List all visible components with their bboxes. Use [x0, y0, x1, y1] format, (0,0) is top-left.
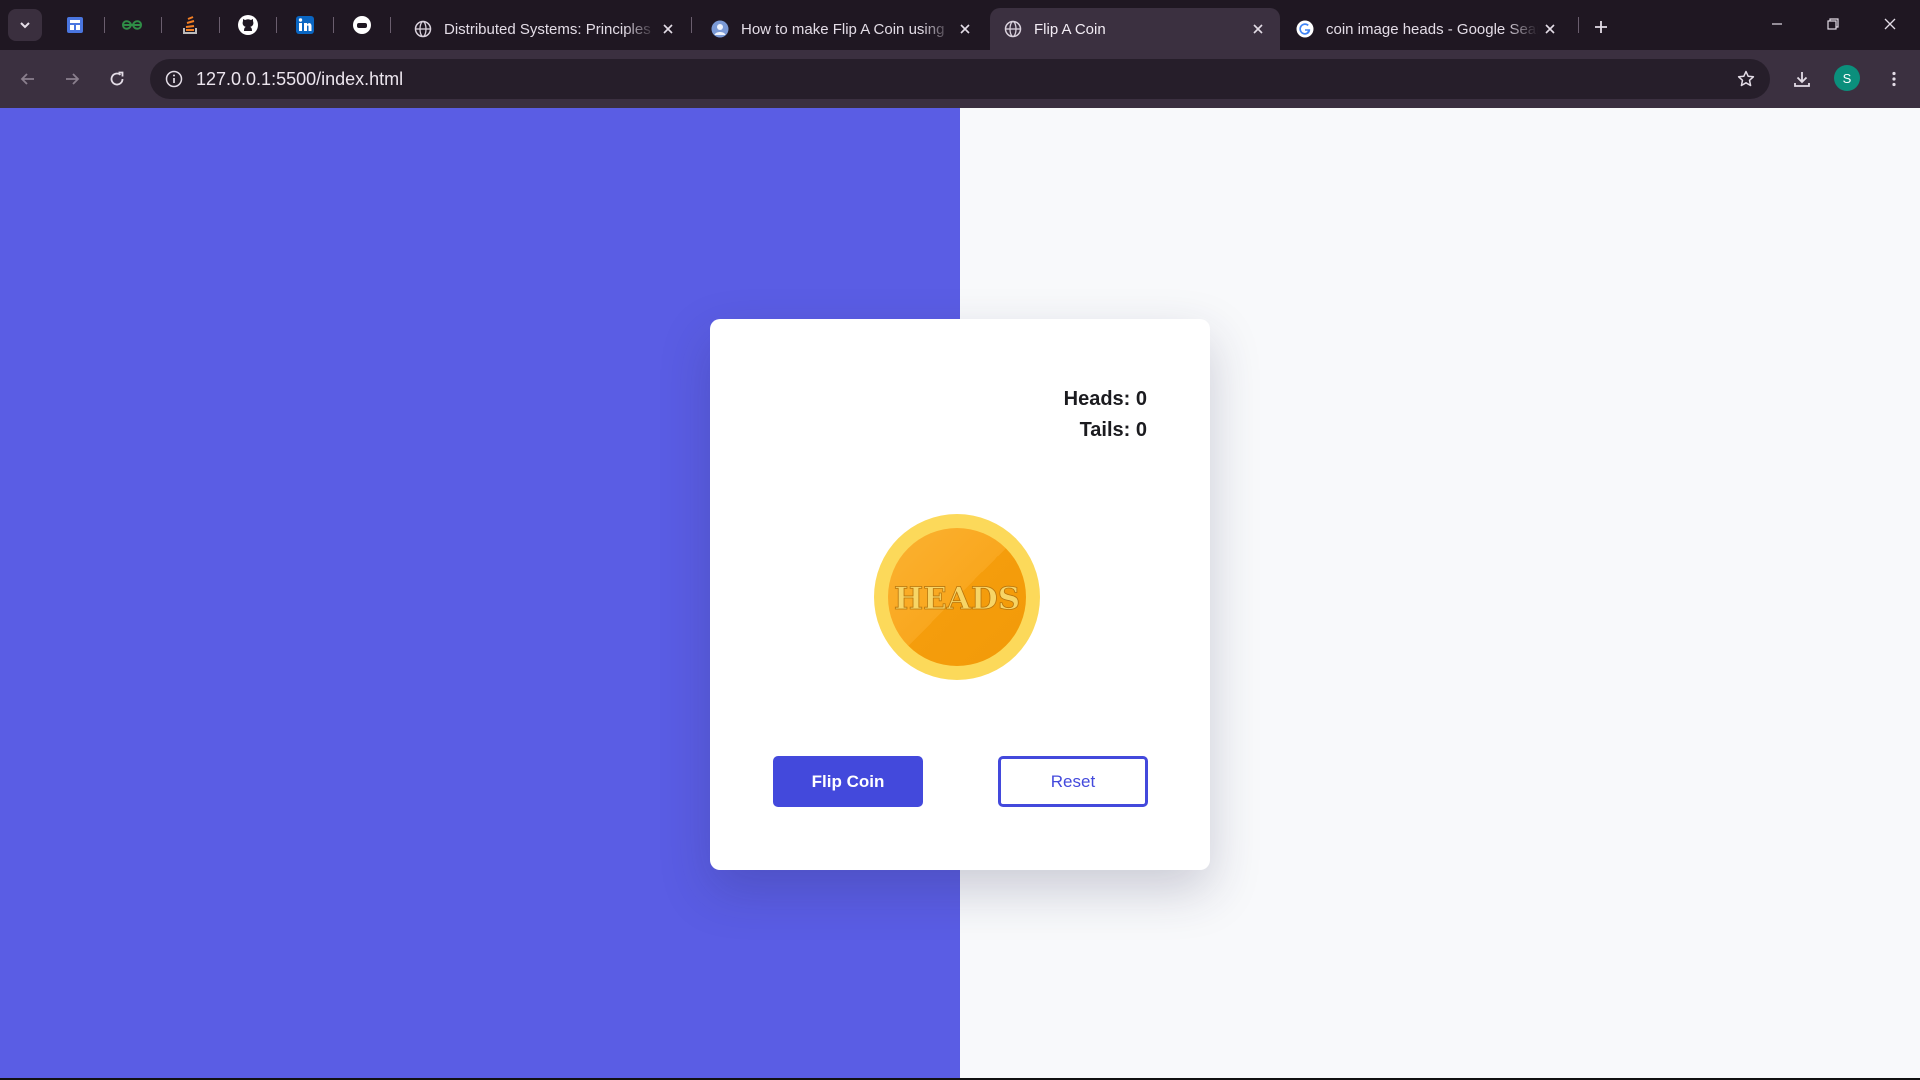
coin-flip-card: Heads: 0 Tails: 0 HEADS Flip Coin Reset: [710, 319, 1210, 870]
more-vertical-icon: [1892, 71, 1896, 87]
tails-count: Tails: 0: [1079, 419, 1147, 441]
forward-button[interactable]: [56, 63, 88, 95]
close-icon: [1545, 24, 1555, 34]
linkedin-icon: [296, 16, 314, 34]
bookmark-star-icon[interactable]: [1732, 65, 1760, 93]
tab-distributed-systems[interactable]: Distributed Systems: Principles and: [400, 8, 690, 50]
tab-separator: [219, 17, 220, 33]
tab-title: How to make Flip A Coin using: [741, 20, 945, 38]
reload-icon: [110, 71, 124, 86]
plus-icon: [1595, 21, 1607, 33]
minimize-icon: [1772, 23, 1782, 25]
coin-image: HEADS: [874, 514, 1040, 680]
pinned-tab-stackoverflow[interactable]: [175, 10, 205, 40]
reset-button[interactable]: Reset: [998, 756, 1148, 807]
tab-title: coin image heads - Google Search: [1326, 20, 1538, 38]
globe-icon: [1004, 20, 1022, 38]
back-button[interactable]: [12, 63, 44, 95]
close-icon: [1884, 18, 1896, 30]
download-icon: [1794, 72, 1810, 87]
pinned-tab-linkedin[interactable]: [290, 10, 320, 40]
site-avatar-icon: [711, 20, 729, 38]
heads-count: Heads: 0: [1063, 388, 1147, 410]
close-tab-button[interactable]: [953, 17, 977, 41]
tab-title: Distributed Systems: Principles and: [444, 20, 656, 38]
close-tab-button[interactable]: [656, 17, 680, 41]
new-tab-button[interactable]: [1586, 12, 1616, 42]
tab-how-to-make-flip-a-coin[interactable]: How to make Flip A Coin using: [697, 8, 987, 50]
chat-icon: [353, 16, 371, 34]
browser-toolbar: 127.0.0.1:5500/index.html S: [0, 50, 1920, 108]
close-icon: [960, 24, 970, 34]
browser-menu-button[interactable]: [1878, 63, 1910, 95]
restore-icon: [1827, 18, 1839, 30]
url-text: 127.0.0.1:5500/index.html: [196, 69, 404, 89]
arrow-left-icon: [20, 73, 34, 85]
page-viewport: Heads: 0 Tails: 0 HEADS Flip Coin Reset: [0, 108, 1920, 1078]
tab-google-search[interactable]: coin image heads - Google Search: [1282, 8, 1572, 50]
arrow-right-icon: [66, 73, 80, 85]
globe-icon: [414, 20, 432, 38]
downloads-button[interactable]: [1786, 63, 1818, 95]
site-info-icon[interactable]: [160, 65, 188, 93]
stackoverflow-icon: [183, 16, 197, 34]
minimize-button[interactable]: [1757, 6, 1797, 42]
coin-face-text: HEADS: [894, 581, 1020, 617]
restore-button[interactable]: [1813, 6, 1853, 42]
reload-button[interactable]: [101, 63, 133, 95]
tab-separator: [1578, 17, 1579, 33]
tab-strip: Distributed Systems: Principles and How …: [0, 0, 1920, 50]
pinned-tab-chat[interactable]: [347, 10, 377, 40]
close-tab-button[interactable]: [1538, 17, 1562, 41]
tab-title: Flip A Coin: [1034, 20, 1106, 38]
tab-separator: [104, 17, 105, 33]
dashboard-icon: [67, 17, 83, 33]
close-icon: [1253, 24, 1263, 34]
close-tab-button[interactable]: [1246, 17, 1270, 41]
profile-avatar[interactable]: S: [1834, 65, 1860, 91]
chevron-down-icon: [20, 22, 30, 29]
tab-separator: [333, 17, 334, 33]
close-icon: [663, 24, 673, 34]
github-icon: [238, 15, 258, 35]
pinned-tab-geeksforgeeks[interactable]: [117, 10, 147, 40]
tab-separator: [390, 17, 391, 33]
score-panel: Heads: 0 Tails: 0: [1064, 384, 1147, 446]
tab-separator: [691, 17, 692, 33]
tab-flip-a-coin[interactable]: Flip A Coin: [990, 8, 1280, 50]
flip-coin-button[interactable]: Flip Coin: [773, 756, 923, 807]
pinned-tab-github[interactable]: [233, 10, 263, 40]
pinned-tab-dashboard[interactable]: [60, 10, 90, 40]
google-g-icon: [1296, 20, 1314, 38]
tab-separator: [161, 17, 162, 33]
tab-search-button[interactable]: [8, 9, 42, 41]
address-bar[interactable]: 127.0.0.1:5500/index.html: [150, 59, 1770, 99]
tab-separator: [276, 17, 277, 33]
geeksforgeeks-icon: [121, 20, 143, 30]
close-window-button[interactable]: [1870, 6, 1910, 42]
